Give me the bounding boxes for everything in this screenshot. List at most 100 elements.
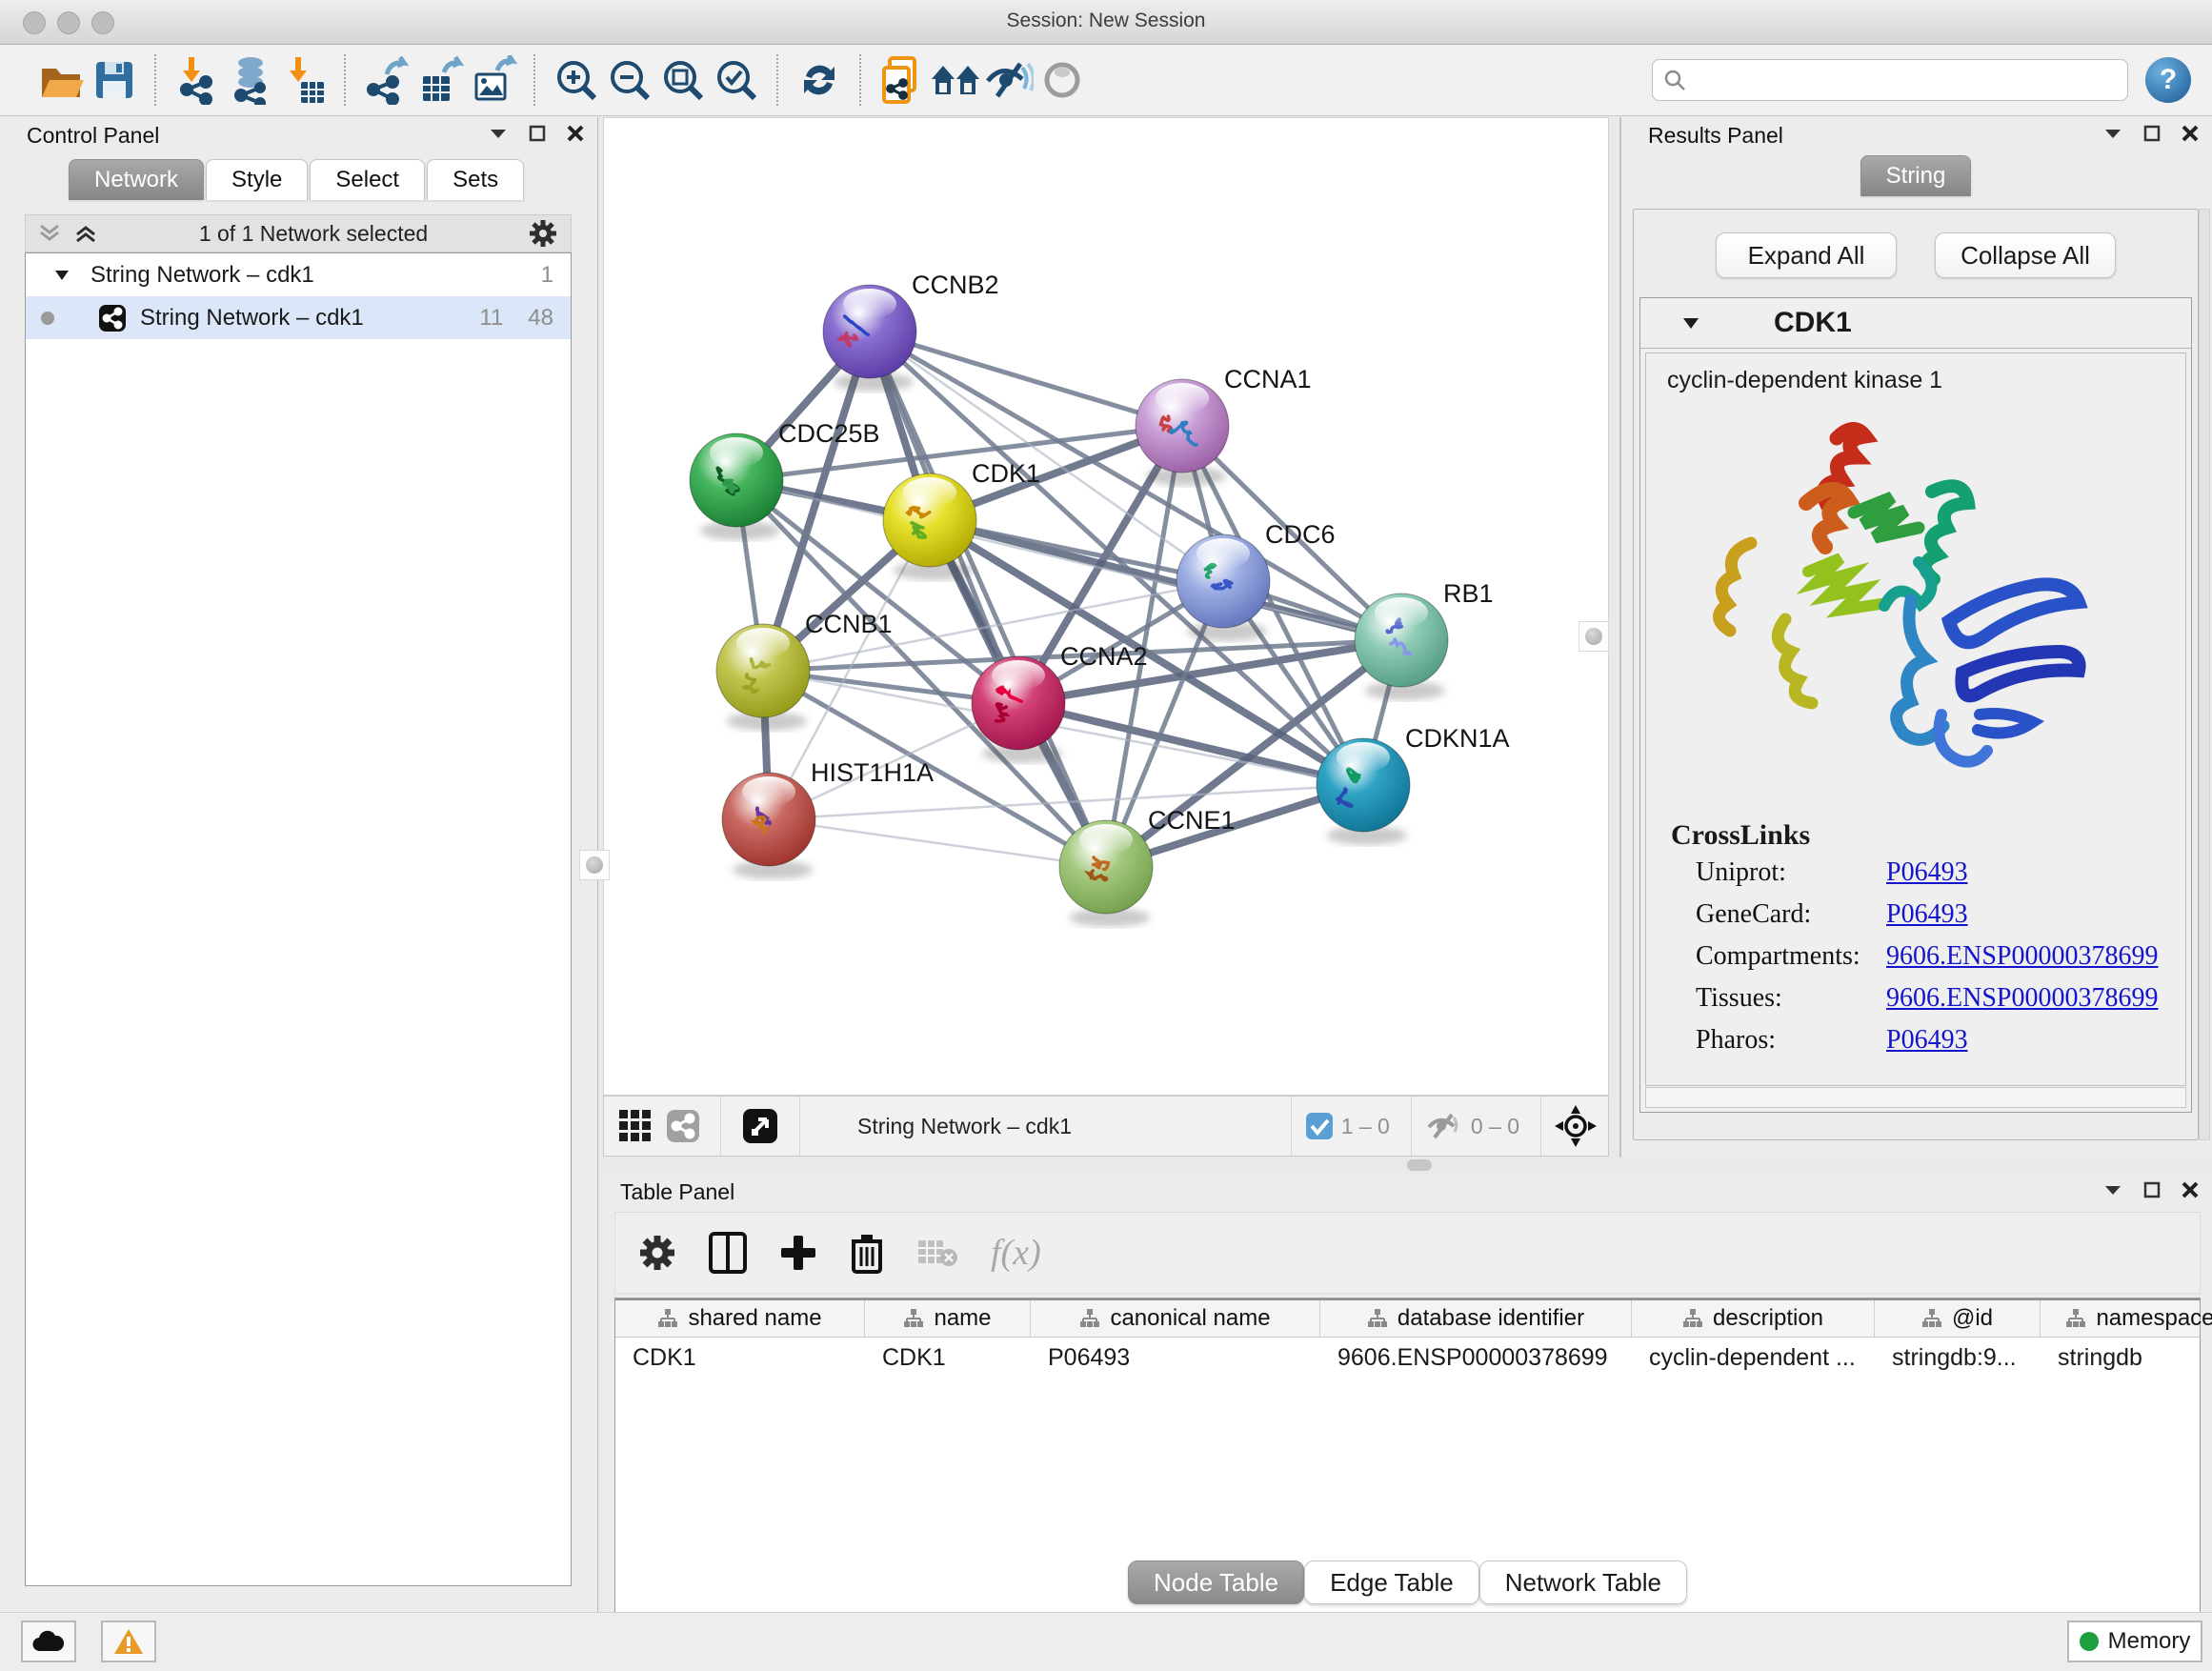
panel-close-icon[interactable]	[2182, 1181, 2199, 1198]
horizontal-splitter[interactable]	[603, 1157, 2212, 1174]
column-header-id[interactable]: @id	[1875, 1300, 2041, 1337]
table-cell[interactable]: 9606.ENSP00000378699	[1320, 1344, 1632, 1372]
panel-float-icon[interactable]	[2143, 125, 2161, 142]
crosslink-link[interactable]: P06493	[1886, 899, 1968, 930]
save-session-button[interactable]	[88, 53, 141, 107]
entry-scrollbar[interactable]	[1645, 1087, 2186, 1108]
column-header-namespace[interactable]: namespace	[2041, 1300, 2212, 1337]
search-box[interactable]	[1652, 59, 2128, 101]
add-column-icon[interactable]	[779, 1234, 817, 1272]
panel-menu-icon[interactable]	[2103, 1183, 2122, 1197]
crosslink-link[interactable]: 9606.ENSP00000378699	[1886, 983, 2158, 1014]
network-edge[interactable]	[1018, 703, 1363, 785]
network-edge[interactable]	[769, 819, 1106, 867]
network-edge[interactable]	[870, 332, 1182, 426]
hide-glass-balls-button[interactable]	[982, 53, 1036, 107]
table-cell[interactable]: cyclin-dependent ...	[1632, 1344, 1875, 1372]
control-tab-style[interactable]: Style	[206, 159, 308, 200]
save-disk-icon	[92, 58, 136, 102]
cloud-services-button[interactable]	[21, 1621, 76, 1662]
panel-float-icon[interactable]	[529, 125, 546, 142]
import-network-database-button[interactable]	[224, 53, 277, 107]
table-cell[interactable]: stringdb	[2041, 1344, 2212, 1372]
expand-all-button[interactable]: Expand All	[1716, 232, 1897, 278]
search-input[interactable]	[1687, 61, 2118, 99]
splitter-grip[interactable]	[1407, 1159, 1432, 1171]
column-header-name[interactable]: name	[865, 1300, 1031, 1337]
apply-layout-button[interactable]	[793, 53, 846, 107]
open-folder-icon	[38, 57, 84, 103]
table-tab-network-table[interactable]: Network Table	[1479, 1560, 1687, 1604]
control-tab-network[interactable]: Network	[69, 159, 204, 200]
crosslink-link[interactable]: 9606.ENSP00000378699	[1886, 941, 2158, 972]
collapse-all-icon[interactable]	[37, 222, 62, 245]
selected-checkbox-icon[interactable]	[1305, 1112, 1334, 1140]
selected-node-edge-counts: 1 – 0	[1341, 1114, 1390, 1139]
help-button[interactable]: ?	[2145, 57, 2191, 103]
column-header-database-identifier[interactable]: database identifier	[1320, 1300, 1632, 1337]
warnings-button[interactable]	[101, 1621, 156, 1662]
table-row[interactable]: CDK1CDK1P064939606.ENSP00000378699cyclin…	[615, 1338, 2200, 1378]
grid-mode-button[interactable]	[612, 1099, 659, 1153]
table-cell[interactable]: stringdb:9...	[1875, 1344, 2041, 1372]
current-network-dot	[41, 312, 54, 325]
panel-close-icon[interactable]	[567, 125, 584, 142]
zoom-selected-button[interactable]	[710, 53, 763, 107]
entry-expander-icon[interactable]	[1682, 316, 1699, 330]
show-columns-icon[interactable]	[709, 1232, 747, 1274]
table-settings-gear-icon[interactable]	[638, 1234, 676, 1272]
show-glass-balls-button[interactable]	[1036, 53, 1089, 107]
delete-column-icon[interactable]	[850, 1232, 884, 1274]
network-canvas[interactable]: CCNB2CCNA1CDC25BCDK1CDC6RB1CCNB1CCNA2CDK…	[603, 117, 1609, 1096]
tree-expander-icon[interactable]	[54, 270, 70, 281]
import-network-file-button[interactable]	[171, 53, 224, 107]
crosslink-link[interactable]: P06493	[1886, 857, 1968, 888]
results-tab-string[interactable]: String	[1860, 155, 1972, 196]
zoom-in-button[interactable]	[550, 53, 603, 107]
network-view-mode-button[interactable]	[659, 1099, 707, 1153]
zoom-fit-button[interactable]	[656, 53, 710, 107]
table-tab-edge-table[interactable]: Edge Table	[1304, 1560, 1479, 1604]
table-tab-node-table[interactable]: Node Table	[1128, 1560, 1304, 1604]
table-cell[interactable]: CDK1	[865, 1344, 1031, 1372]
control-tab-select[interactable]: Select	[310, 159, 425, 200]
panel-float-icon[interactable]	[2143, 1181, 2161, 1198]
export-table-button[interactable]	[413, 53, 467, 107]
network-options-gear-icon[interactable]	[529, 219, 557, 248]
left-splitter-handle[interactable]	[579, 850, 610, 880]
import-table-file-button[interactable]	[277, 53, 331, 107]
network-row[interactable]: String Network – cdk1 11 48	[26, 296, 571, 339]
collapse-all-button[interactable]: Collapse All	[1935, 232, 2116, 278]
zoom-fit-icon	[659, 56, 707, 104]
expand-all-icon[interactable]	[73, 222, 98, 245]
export-network-button[interactable]	[360, 53, 413, 107]
open-session-button[interactable]	[34, 53, 88, 107]
panel-close-icon[interactable]	[2182, 125, 2199, 142]
string-home-button[interactable]	[929, 53, 982, 107]
column-header-label: database identifier	[1398, 1305, 1584, 1332]
clone-network-button[interactable]	[875, 53, 929, 107]
memory-button[interactable]: Memory	[2067, 1621, 2202, 1662]
right-splitter-handle[interactable]	[1579, 621, 1609, 652]
column-header-description[interactable]: description	[1632, 1300, 1875, 1337]
node-result-header[interactable]: CDK1	[1640, 298, 2191, 349]
panel-menu-icon[interactable]	[2103, 127, 2122, 140]
column-header-shared-name[interactable]: shared name	[615, 1300, 865, 1337]
hidden-eye-slash-icon	[1425, 1112, 1463, 1140]
table-cell[interactable]: P06493	[1031, 1344, 1320, 1372]
network-collection-row[interactable]: String Network – cdk1 1	[26, 253, 571, 296]
table-cell[interactable]: CDK1	[615, 1344, 865, 1372]
export-image-button[interactable]	[467, 53, 520, 107]
birdseye-view-button[interactable]	[734, 1099, 786, 1153]
results-scrollbar[interactable]	[2199, 209, 2210, 1140]
control-tab-sets[interactable]: Sets	[427, 159, 524, 200]
network-graph[interactable]: CCNB2CCNA1CDC25BCDK1CDC6RB1CCNB1CCNA2CDK…	[604, 118, 1608, 1095]
crosslink-link[interactable]: P06493	[1886, 1025, 1968, 1056]
zoom-out-button[interactable]	[603, 53, 656, 107]
panel-menu-icon[interactable]	[489, 127, 508, 140]
import-database-icon	[226, 55, 275, 105]
node-label: CDC25B	[778, 419, 880, 448]
column-header-canonical-name[interactable]: canonical name	[1031, 1300, 1320, 1337]
fit-crosshair-icon[interactable]	[1555, 1105, 1597, 1147]
control-panel-title: Control Panel	[27, 123, 159, 149]
